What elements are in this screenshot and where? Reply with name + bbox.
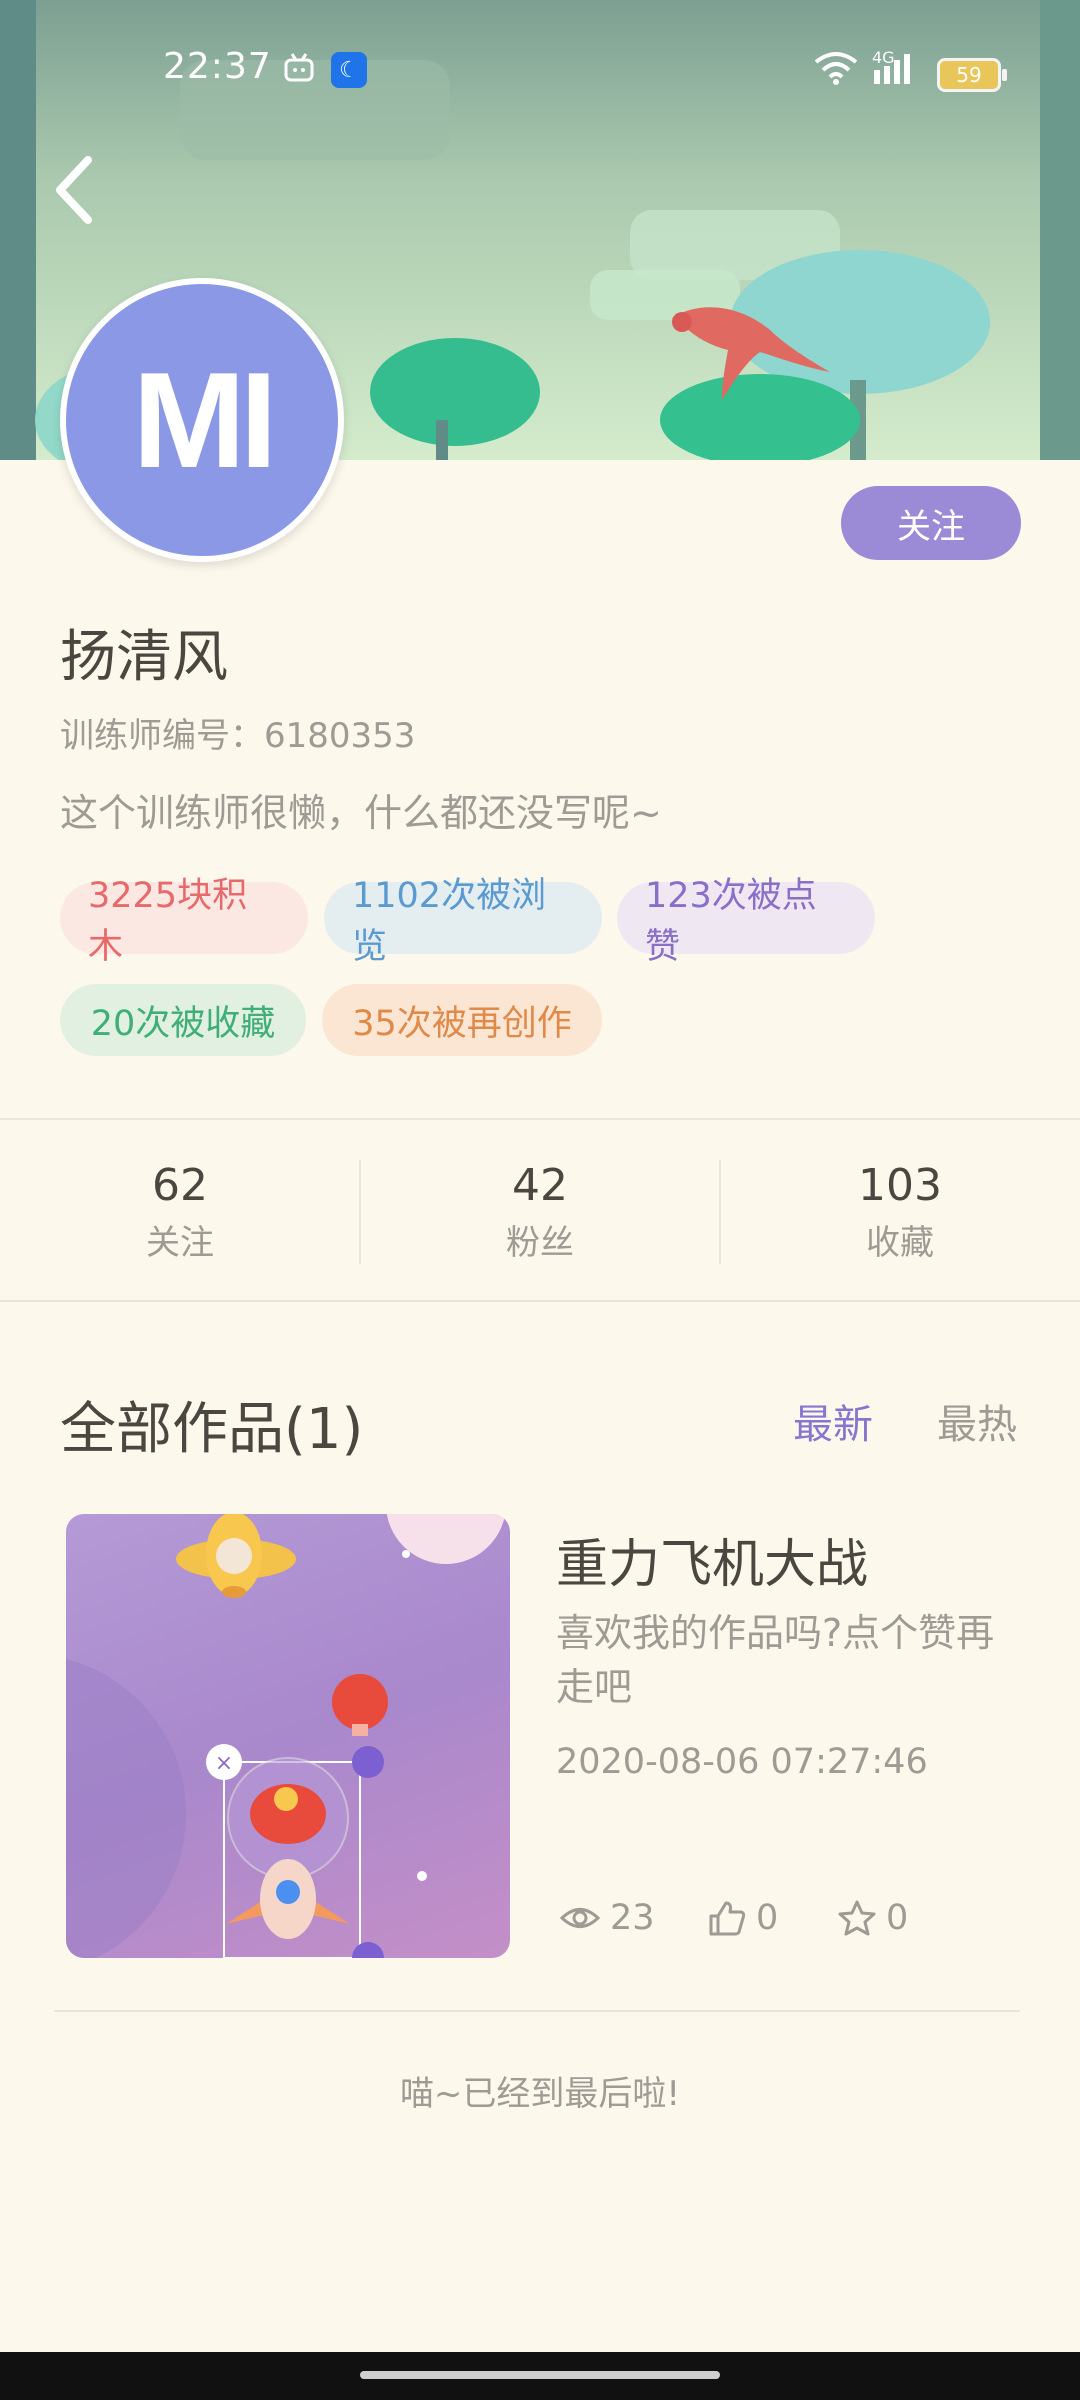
stat-favorites-value: 103 xyxy=(858,1160,942,1211)
work-like-button[interactable]: 0 xyxy=(708,1898,778,1938)
network-label: 4G xyxy=(872,48,895,67)
work-title[interactable]: 重力飞机大战 xyxy=(556,1522,868,1597)
divider xyxy=(0,1118,1080,1120)
stat-following-label: 关注 xyxy=(146,1223,214,1263)
thumbs-up-icon xyxy=(709,1901,746,1936)
trainer-id: 训练师编号：6180353 xyxy=(60,716,416,756)
work-favorites-count: 0 xyxy=(886,1898,909,1938)
stat-following[interactable]: 62 关注 xyxy=(0,1160,360,1264)
work-thumbnail[interactable]: × xyxy=(66,1514,510,1958)
stat-favorites[interactable]: 103 收藏 xyxy=(720,1160,1080,1264)
home-indicator[interactable] xyxy=(360,2371,720,2379)
end-of-list-text: 喵~已经到最后啦! xyxy=(399,2074,681,2114)
stat-followers[interactable]: 42 粉丝 xyxy=(360,1160,720,1264)
eye-icon xyxy=(560,1908,600,1928)
stat-followers-value: 42 xyxy=(512,1160,568,1211)
divider xyxy=(54,2010,1020,2012)
work-favorite-button[interactable]: 0 xyxy=(838,1898,908,1938)
work-views: 23 xyxy=(560,1898,655,1938)
tag-remixes: 35次被再创作 xyxy=(322,984,602,1056)
moon-icon: ☾ xyxy=(331,52,367,88)
game-preview-image: × xyxy=(66,1514,506,1958)
work-description: 喜欢我的作品吗?点个赞再走吧 xyxy=(556,1611,995,1709)
star-icon xyxy=(838,1900,876,1936)
battery-level: 59 xyxy=(956,63,982,87)
tag-blocks: 3225块积木 xyxy=(60,876,308,967)
user-bio: 这个训练师很懒，什么都还没写呢~ xyxy=(60,791,662,835)
work-date: 2020-08-06 07:27:46 xyxy=(556,1742,928,1782)
stat-following-value: 62 xyxy=(152,1160,208,1211)
status-time: 22:37 xyxy=(163,46,272,87)
tag-views: 1102次被浏览 xyxy=(324,876,602,967)
work-likes-count: 0 xyxy=(756,1898,779,1938)
back-button[interactable] xyxy=(48,150,108,230)
divider xyxy=(0,1300,1080,1302)
battery-icon: 59 xyxy=(937,58,1007,92)
signal-icon: 4G xyxy=(872,48,922,88)
sort-hottest-tab[interactable]: 最热 xyxy=(937,1392,1017,1450)
android-icon xyxy=(282,50,316,92)
work-views-count: 23 xyxy=(610,1898,655,1938)
stat-followers-label: 粉丝 xyxy=(506,1223,574,1263)
tag-favorites: 20次被收藏 xyxy=(60,984,306,1056)
stat-favorites-label: 收藏 xyxy=(866,1223,934,1263)
svg-text:×: × xyxy=(215,1751,233,1776)
follow-button[interactable]: 关注 xyxy=(841,486,1021,560)
wifi-icon xyxy=(813,50,859,90)
user-name: 扬清风 xyxy=(60,625,228,690)
avatar[interactable]: MI xyxy=(60,278,344,562)
sort-newest-tab[interactable]: 最新 xyxy=(793,1392,873,1450)
works-title: 全部作品(1) xyxy=(60,1397,364,1462)
tag-likes: 123次被点赞 xyxy=(617,876,875,967)
chevron-left-icon xyxy=(56,156,92,224)
